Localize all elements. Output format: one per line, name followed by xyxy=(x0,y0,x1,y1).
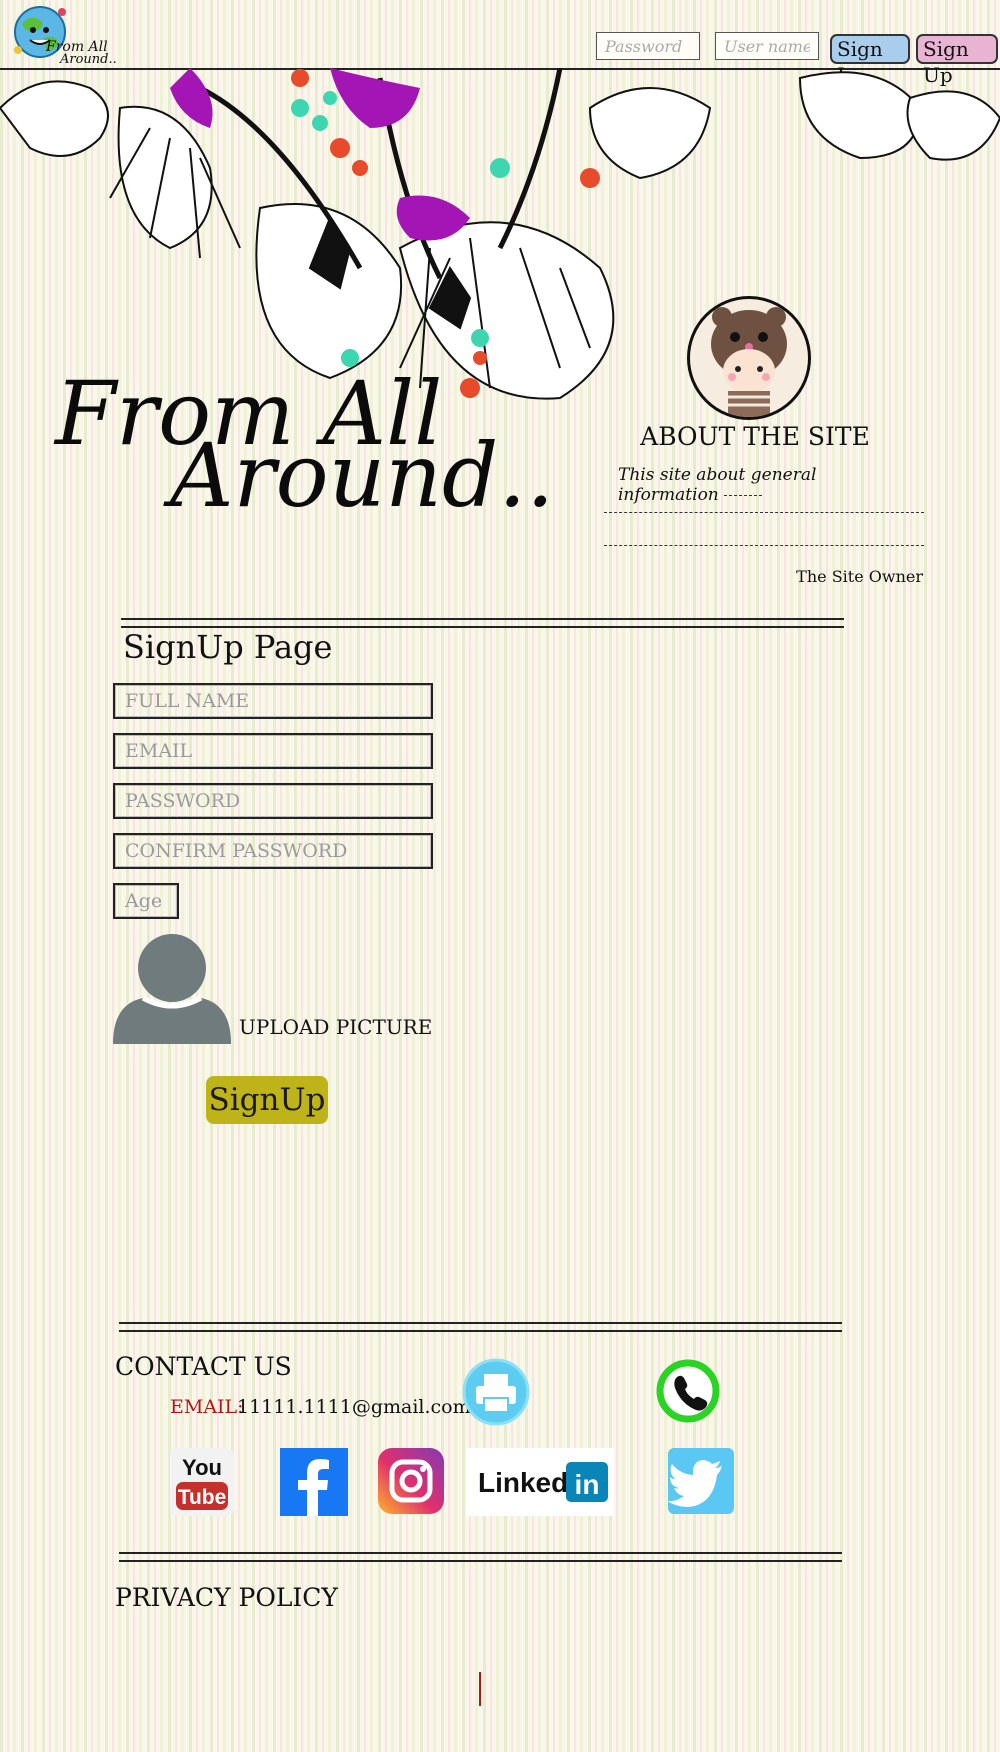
full-name-field[interactable] xyxy=(113,683,433,719)
about-owner: The Site Owner xyxy=(796,567,923,586)
upload-picture-button[interactable] xyxy=(113,932,231,1044)
about-dash-line-2 xyxy=(604,545,924,546)
age-field[interactable] xyxy=(113,883,179,919)
site-logo[interactable]: From All Around.. xyxy=(8,2,118,66)
linkedin-in-text: in xyxy=(575,1469,600,1500)
about-dash-line-1 xyxy=(604,512,924,513)
youtube-you-text: You xyxy=(182,1455,222,1480)
section-divider-top xyxy=(121,618,844,628)
text-cursor xyxy=(479,1672,481,1706)
facebook-icon[interactable] xyxy=(280,1448,348,1516)
youtube-icon[interactable]: You Tube xyxy=(170,1448,234,1516)
about-text: This site about general information xyxy=(618,465,918,505)
signup-submit-button[interactable]: SignUp xyxy=(206,1076,328,1124)
privacy-policy-title[interactable]: PRIVACY POLICY xyxy=(115,1583,338,1612)
instagram-icon[interactable] xyxy=(378,1448,444,1516)
owner-avatar xyxy=(687,296,811,420)
sign-up-button[interactable]: Sign Up xyxy=(916,34,998,87)
signup-title: SignUp Page xyxy=(123,628,333,666)
phone-icon[interactable] xyxy=(655,1358,721,1424)
contact-title: CONTACT US xyxy=(115,1352,292,1381)
confirm-password-field[interactable] xyxy=(113,833,433,869)
linkedin-icon[interactable]: Linked in xyxy=(466,1448,614,1516)
top-bar: From All Around.. Sign In Sign Up xyxy=(0,0,1000,87)
contact-email-value[interactable]: 11111.1111@gmail.com xyxy=(237,1396,471,1418)
sign-in-button[interactable]: Sign In xyxy=(830,34,910,87)
email-field[interactable] xyxy=(113,733,433,769)
logo-line2: Around.. xyxy=(60,52,117,67)
hero-title: From All Around.. xyxy=(55,370,554,530)
hero-title-line2: Around.. xyxy=(170,424,555,527)
twitter-icon[interactable] xyxy=(667,1448,734,1516)
header-username-input[interactable] xyxy=(715,32,819,60)
section-divider-privacy xyxy=(119,1552,842,1562)
linkedin-text: Linked xyxy=(478,1467,568,1498)
about-text-dashes xyxy=(724,495,763,496)
contact-email-label: EMAIL: xyxy=(170,1396,244,1418)
password-field[interactable] xyxy=(113,783,433,819)
upload-picture-label[interactable]: UPLOAD PICTURE xyxy=(239,1015,432,1039)
header-password-input[interactable] xyxy=(596,32,700,60)
youtube-tube-text: Tube xyxy=(178,1486,227,1509)
user-silhouette-icon xyxy=(113,934,231,1044)
printer-icon[interactable] xyxy=(462,1358,530,1426)
section-divider-contact xyxy=(119,1322,842,1332)
about-text-content: This site about general information xyxy=(618,465,817,505)
about-title: ABOUT THE SITE xyxy=(640,422,870,451)
